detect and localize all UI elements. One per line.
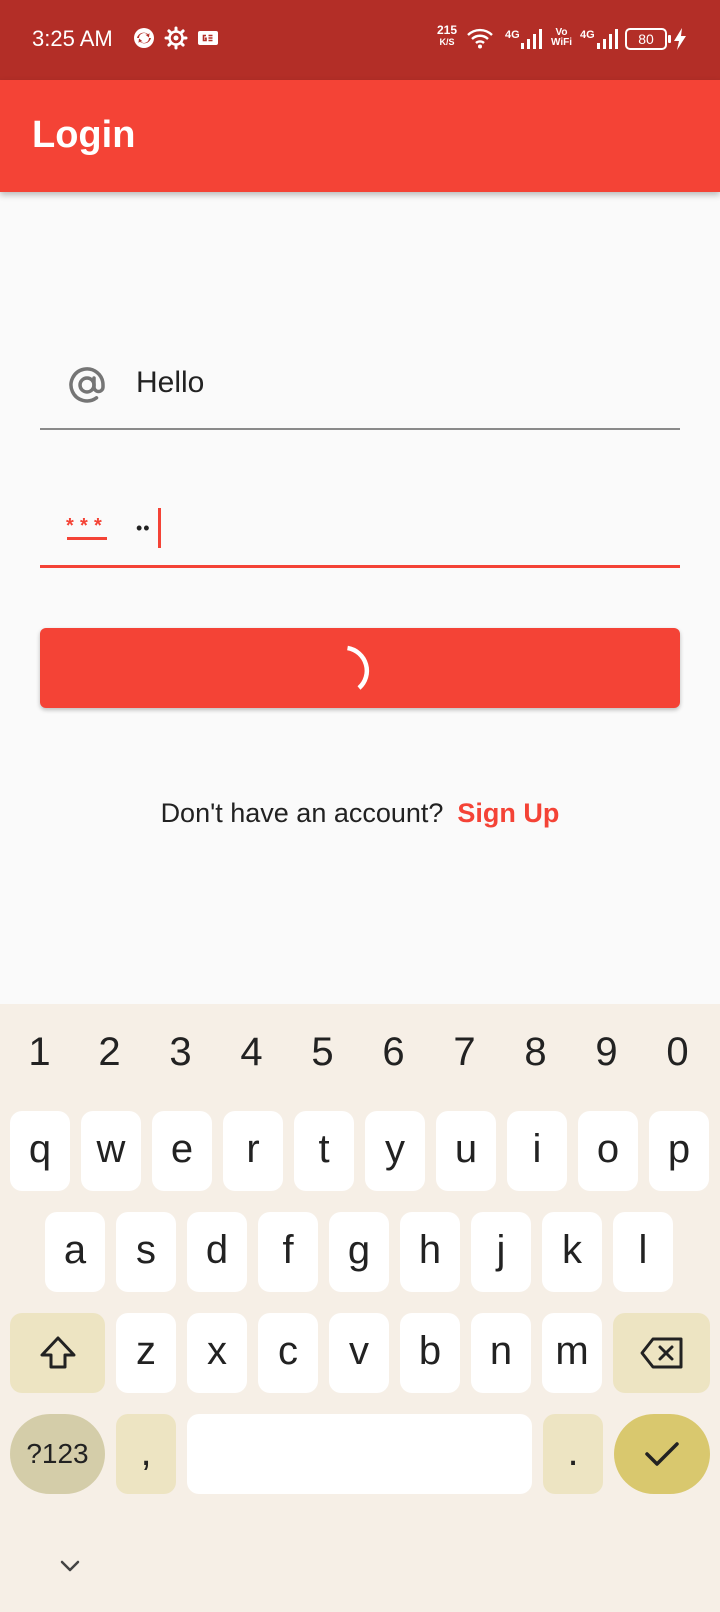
- key-c[interactable]: c: [258, 1313, 318, 1393]
- password-underline: [40, 565, 680, 568]
- email-value: Hello: [136, 366, 205, 399]
- key-s[interactable]: s: [116, 1212, 176, 1292]
- password-value: ••: [136, 518, 151, 538]
- settings-gear-icon: [164, 26, 188, 50]
- signup-link[interactable]: Sign Up: [457, 798, 559, 828]
- signup-prompt: Don't have an account?: [160, 798, 444, 828]
- signup-row: Don't have an account? Sign Up: [0, 798, 720, 829]
- backspace-key[interactable]: [613, 1313, 710, 1393]
- network-speed-value: 215: [436, 23, 458, 37]
- key-n[interactable]: n: [471, 1313, 531, 1393]
- shift-key[interactable]: [10, 1313, 105, 1393]
- key-w[interactable]: w: [81, 1111, 141, 1191]
- key-0[interactable]: 0: [642, 1030, 713, 1075]
- key-h[interactable]: h: [400, 1212, 460, 1292]
- key-x[interactable]: x: [187, 1313, 247, 1393]
- enter-done-key[interactable]: [614, 1414, 710, 1494]
- svg-text:*: *: [80, 515, 88, 537]
- symbols-key[interactable]: ?123: [10, 1414, 105, 1494]
- password-field[interactable]: * * * ••: [40, 478, 680, 568]
- key-7[interactable]: 7: [429, 1030, 500, 1075]
- key-v[interactable]: v: [329, 1313, 389, 1393]
- key-2[interactable]: 2: [74, 1030, 145, 1075]
- email-underline: [40, 428, 680, 430]
- volte-label-bottom: WiFi: [551, 37, 573, 48]
- app-bar: Login: [0, 80, 720, 192]
- period-key[interactable]: .: [543, 1414, 603, 1494]
- battery-icon: 80: [625, 28, 671, 50]
- svg-text:*: *: [66, 515, 74, 537]
- key-m[interactable]: m: [542, 1313, 602, 1393]
- login-button[interactable]: [40, 628, 680, 708]
- at-sign-icon: [69, 367, 105, 403]
- key-a[interactable]: a: [45, 1212, 105, 1292]
- network-speed: 215 K/S: [433, 24, 461, 48]
- key-r[interactable]: r: [223, 1111, 283, 1191]
- key-1[interactable]: 1: [4, 1030, 75, 1075]
- password-asterisks-icon: * * *: [66, 515, 107, 540]
- charging-icon: [674, 28, 686, 50]
- key-4[interactable]: 4: [216, 1030, 287, 1075]
- key-b[interactable]: b: [400, 1313, 460, 1393]
- key-z[interactable]: z: [116, 1313, 176, 1393]
- status-bar: 3:25 AM 215 K/S 4G Vo WiFi 4G 80: [0, 0, 720, 80]
- key-u[interactable]: u: [436, 1111, 496, 1191]
- signal-icon: [597, 29, 618, 49]
- hide-keyboard-chevron-down-icon[interactable]: [56, 1556, 84, 1576]
- key-5[interactable]: 5: [287, 1030, 358, 1075]
- soft-keyboard: 1 2 3 4 5 6 7 8 9 0 q w e r t y u i o p …: [0, 1004, 720, 1612]
- battery-level: 80: [638, 31, 654, 47]
- network-type-2: 4G: [580, 29, 595, 41]
- key-p[interactable]: p: [649, 1111, 709, 1191]
- comma-key[interactable]: ,: [116, 1414, 176, 1494]
- checkmark-icon: [645, 1442, 679, 1466]
- key-e[interactable]: e: [152, 1111, 212, 1191]
- key-6[interactable]: 6: [358, 1030, 429, 1075]
- key-o[interactable]: o: [578, 1111, 638, 1191]
- key-j[interactable]: j: [471, 1212, 531, 1292]
- sync-icon: [134, 28, 154, 48]
- key-q[interactable]: q: [10, 1111, 70, 1191]
- key-d[interactable]: d: [187, 1212, 247, 1292]
- key-g[interactable]: g: [329, 1212, 389, 1292]
- wifi-icon: [467, 28, 493, 49]
- ge-notification-icon: [198, 31, 218, 45]
- key-i[interactable]: i: [507, 1111, 567, 1191]
- key-f[interactable]: f: [258, 1212, 318, 1292]
- signal-icon: [521, 29, 542, 49]
- backspace-icon: [640, 1337, 682, 1369]
- space-key[interactable]: [187, 1414, 532, 1494]
- network-speed-unit: K/S: [439, 37, 455, 47]
- key-3[interactable]: 3: [145, 1030, 216, 1075]
- spinner-icon: [347, 645, 370, 690]
- key-l[interactable]: l: [613, 1212, 673, 1292]
- email-field[interactable]: Hello: [40, 340, 680, 430]
- svg-text:*: *: [94, 515, 102, 537]
- volte-label: Vo WiFi: [551, 28, 572, 48]
- text-cursor: [158, 508, 161, 548]
- status-time: 3:25 AM: [32, 26, 113, 51]
- key-9[interactable]: 9: [571, 1030, 642, 1075]
- keyboard-number-row: 1 2 3 4 5 6 7 8 9 0: [0, 1030, 720, 1080]
- key-y[interactable]: y: [365, 1111, 425, 1191]
- page-title: Login: [32, 114, 136, 156]
- key-8[interactable]: 8: [500, 1030, 571, 1075]
- key-t[interactable]: t: [294, 1111, 354, 1191]
- key-k[interactable]: k: [542, 1212, 602, 1292]
- shift-arrow-icon: [40, 1336, 75, 1369]
- network-type-1: 4G: [505, 29, 520, 41]
